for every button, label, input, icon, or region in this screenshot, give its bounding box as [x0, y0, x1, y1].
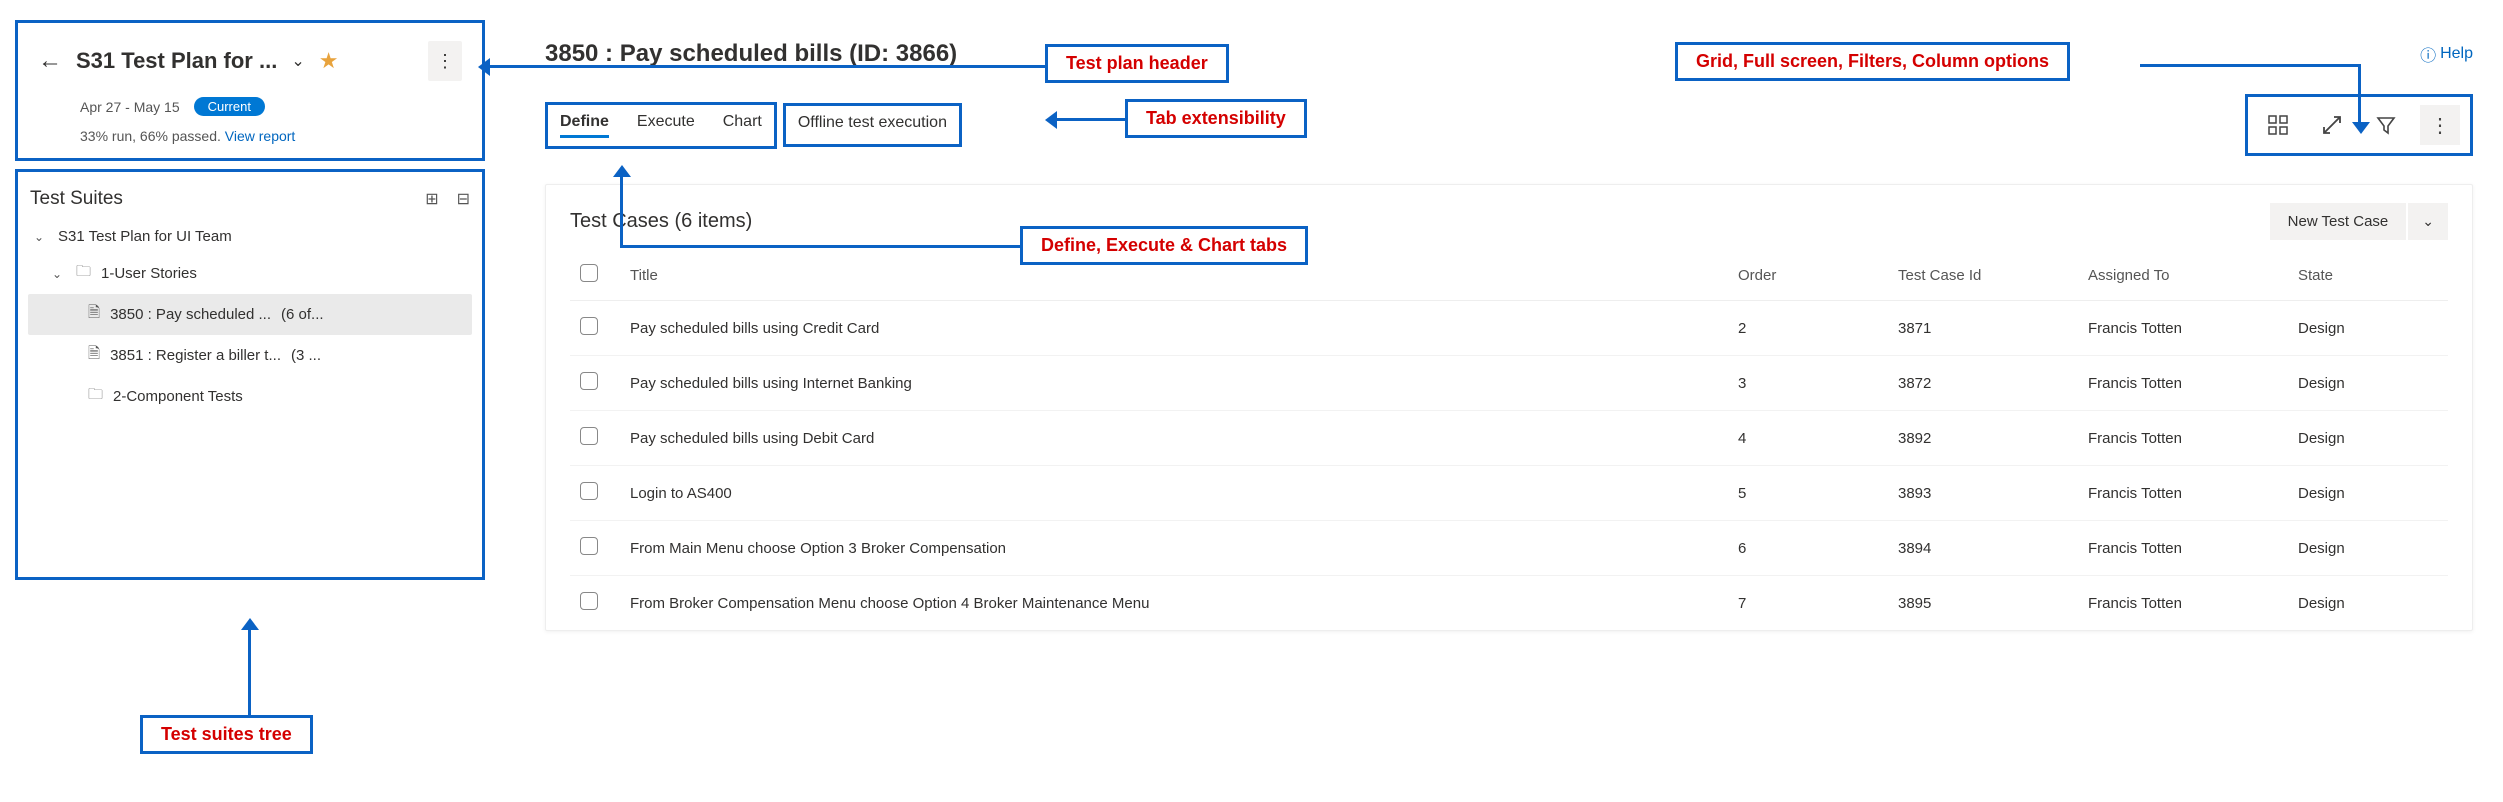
cell-assigned: Francis Totten [2078, 411, 2288, 466]
fullscreen-icon[interactable] [2312, 105, 2352, 145]
grid-view-icon[interactable] [2258, 105, 2298, 145]
test-cases-title: Test Cases (6 items) [570, 210, 752, 233]
cell-order: 6 [1728, 521, 1888, 576]
add-suite-icon[interactable]: ⊞ [425, 189, 438, 209]
cell-order: 2 [1728, 301, 1888, 356]
tabs-ext-group: Offline test execution [783, 103, 962, 147]
table-row[interactable]: Login to AS40053893Francis TottenDesign [570, 466, 2448, 521]
table-row[interactable]: From Main Menu choose Option 3 Broker Co… [570, 521, 2448, 576]
cell-id: 3892 [1888, 411, 2078, 466]
cell-order: 7 [1728, 576, 1888, 631]
cell-state: Design [2288, 356, 2448, 411]
cell-id: 3871 [1888, 301, 2078, 356]
tree-leaf-3851[interactable]: 🗎 3851 : Register a biller t... (3 ... [28, 335, 472, 376]
table-row[interactable]: Pay scheduled bills using Internet Banki… [570, 356, 2448, 411]
row-checkbox[interactable] [580, 482, 598, 500]
cell-state: Design [2288, 521, 2448, 576]
chevron-down-icon[interactable]: ⌄ [291, 51, 304, 71]
cell-assigned: Francis Totten [2078, 356, 2288, 411]
tab-offline[interactable]: Offline test execution [798, 114, 947, 136]
test-plan-header: ← S31 Test Plan for ... ⌄ ★ ⋮ Apr 27 - M… [15, 20, 485, 161]
help-link[interactable]: ⓘ Help [2420, 42, 2473, 66]
cell-order: 4 [1728, 411, 1888, 466]
cell-order: 5 [1728, 466, 1888, 521]
cell-state: Design [2288, 301, 2448, 356]
cell-id: 3894 [1888, 521, 2078, 576]
tab-define[interactable]: Define [560, 113, 609, 138]
tab-chart[interactable]: Chart [723, 113, 762, 138]
current-badge: Current [194, 97, 265, 116]
tree-node-component-tests[interactable]: 🗀 2-Component Tests [28, 376, 472, 417]
cell-assigned: Francis Totten [2078, 466, 2288, 521]
cell-title: Pay scheduled bills using Debit Card [620, 411, 1728, 466]
plan-title: S31 Test Plan for ... [76, 48, 277, 74]
callout-toolbar: Grid, Full screen, Filters, Column optio… [1675, 42, 2070, 81]
plan-stats: 33% run, 66% passed. [80, 128, 221, 144]
help-icon: ⓘ [2420, 42, 2436, 66]
callout-test-plan-header: Test plan header [1045, 44, 1229, 83]
new-test-case-dropdown[interactable]: ⌄ [2408, 203, 2448, 240]
requirement-suite-icon: 🗎 [88, 343, 100, 368]
cell-title: Login to AS400 [620, 466, 1728, 521]
cell-id: 3872 [1888, 356, 2078, 411]
cell-assigned: Francis Totten [2078, 521, 2288, 576]
chevron-down-icon[interactable]: ⌄ [34, 230, 48, 244]
view-toolbar: ⋮ [2245, 94, 2473, 156]
new-test-case-button[interactable]: New Test Case [2270, 203, 2407, 240]
cell-title: From Main Menu choose Option 3 Broker Co… [620, 521, 1728, 576]
callout-tabs-main: Define, Execute & Chart tabs [1020, 226, 1308, 265]
cell-assigned: Francis Totten [2078, 301, 2288, 356]
test-suites-panel: Test Suites ⊞ ⊟ ⌄ S31 Test Plan for UI T… [15, 169, 485, 580]
table-row[interactable]: From Broker Compensation Menu choose Opt… [570, 576, 2448, 631]
tabs-main-group: Define Execute Chart [545, 102, 777, 149]
row-checkbox[interactable] [580, 317, 598, 335]
cell-assigned: Francis Totten [2078, 576, 2288, 631]
back-arrow-icon[interactable]: ← [38, 49, 62, 73]
filter-icon[interactable] [2366, 105, 2406, 145]
cell-title: Pay scheduled bills using Credit Card [620, 301, 1728, 356]
plan-date-range: Apr 27 - May 15 [80, 99, 180, 115]
tree-leaf-3850[interactable]: 🗎 3850 : Pay scheduled ... (6 of... [28, 294, 472, 335]
cell-order: 3 [1728, 356, 1888, 411]
collapse-suite-icon[interactable]: ⊟ [457, 189, 470, 209]
tree-node-user-stories[interactable]: ⌄ 🗀 1-User Stories [28, 253, 472, 294]
row-checkbox[interactable] [580, 592, 598, 610]
test-suites-heading: Test Suites [30, 188, 123, 210]
callout-tab-extensibility: Tab extensibility [1125, 99, 1307, 138]
col-order[interactable]: Order [1728, 250, 1888, 301]
cell-id: 3895 [1888, 576, 2078, 631]
cell-state: Design [2288, 576, 2448, 631]
col-state[interactable]: State [2288, 250, 2448, 301]
page-title: 3850 : Pay scheduled bills (ID: 3866) [545, 40, 957, 68]
cell-title: Pay scheduled bills using Internet Banki… [620, 356, 1728, 411]
callout-test-suites-tree: Test suites tree [140, 715, 313, 754]
column-options-button[interactable]: ⋮ [2420, 105, 2460, 145]
view-report-link[interactable]: View report [225, 128, 296, 144]
select-all-checkbox[interactable] [580, 264, 598, 282]
cell-id: 3893 [1888, 466, 2078, 521]
row-checkbox[interactable] [580, 372, 598, 390]
row-checkbox[interactable] [580, 537, 598, 555]
cell-state: Design [2288, 466, 2448, 521]
chevron-down-icon[interactable]: ⌄ [52, 267, 66, 281]
requirement-suite-icon: 🗎 [88, 302, 100, 327]
tree-root[interactable]: ⌄ S31 Test Plan for UI Team [28, 220, 472, 253]
folder-icon: 🗀 [88, 384, 103, 409]
cell-state: Design [2288, 411, 2448, 466]
star-icon[interactable]: ★ [319, 48, 339, 74]
folder-icon: 🗀 [76, 261, 91, 286]
test-cases-card: Test Cases (6 items) New Test Case ⌄ Tit… [545, 184, 2473, 631]
col-assigned[interactable]: Assigned To [2078, 250, 2288, 301]
test-cases-table: Title Order Test Case Id Assigned To Sta… [570, 250, 2448, 630]
more-actions-button[interactable]: ⋮ [428, 41, 462, 81]
cell-title: From Broker Compensation Menu choose Opt… [620, 576, 1728, 631]
table-row[interactable]: Pay scheduled bills using Credit Card238… [570, 301, 2448, 356]
table-row[interactable]: Pay scheduled bills using Debit Card4389… [570, 411, 2448, 466]
col-id[interactable]: Test Case Id [1888, 250, 2078, 301]
row-checkbox[interactable] [580, 427, 598, 445]
tab-execute[interactable]: Execute [637, 113, 695, 138]
